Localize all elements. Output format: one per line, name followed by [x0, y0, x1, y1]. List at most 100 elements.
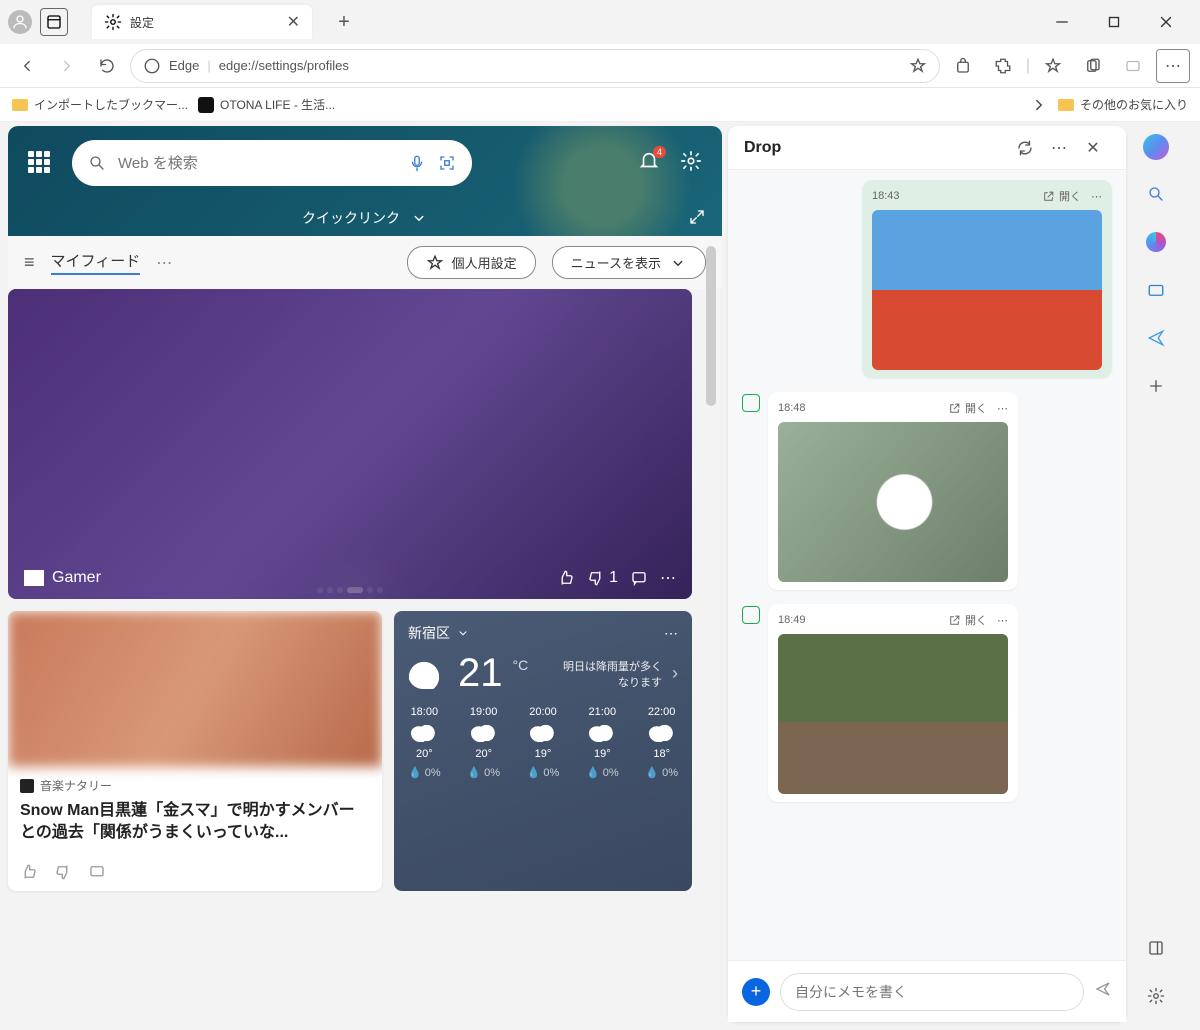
favorite-star-icon[interactable]	[909, 57, 927, 75]
forecast-hour: 21:0019°💧 0%	[586, 706, 619, 779]
msg-more-icon[interactable]: ⋯	[997, 402, 1008, 415]
rail-add-icon[interactable]	[1142, 372, 1170, 400]
weather-unit: °C	[513, 657, 529, 673]
feed-header: ≡ マイフィード ⋯ 個人用設定 ニュースを表示	[8, 236, 722, 289]
chevron-down-icon[interactable]	[410, 209, 428, 227]
rail-settings-icon[interactable]	[1142, 982, 1170, 1010]
msg-time: 18:49	[778, 614, 806, 626]
news-headline: Snow Man目黒蓮「金スマ」で明かすメンバーとの過去「関係がうまくいっていな…	[20, 800, 370, 843]
maximize-button[interactable]	[1100, 8, 1128, 36]
chevron-down-icon[interactable]	[456, 626, 470, 640]
back-button[interactable]	[10, 49, 44, 83]
feed-more-icon[interactable]: ⋯	[156, 253, 172, 273]
gamer-logo-icon	[24, 570, 44, 586]
tab-close-button[interactable]: ✕	[287, 12, 300, 32]
rail-drop-icon[interactable]	[1142, 324, 1170, 352]
profile-avatar[interactable]	[8, 10, 32, 34]
open-button[interactable]: 開く	[948, 612, 987, 628]
weather-details-chevron[interactable]: ›	[672, 663, 678, 684]
hourly-forecast: 18:0020°💧 0% 19:0020°💧 0% 20:0019°💧 0% 2…	[408, 706, 678, 779]
quick-links-label[interactable]: クイックリンク	[302, 208, 400, 228]
rail-office-icon[interactable]	[1142, 228, 1170, 256]
rail-outlook-icon[interactable]	[1142, 276, 1170, 304]
rail-sidebar-toggle-icon[interactable]	[1142, 934, 1170, 962]
card-more-icon[interactable]: ⋯	[660, 568, 676, 588]
weather-note: 明日は降雨量が多くなります	[562, 658, 662, 690]
comment-icon[interactable]	[630, 569, 648, 587]
drop-add-button[interactable]: +	[742, 978, 770, 1006]
dislike-icon[interactable]	[587, 569, 605, 587]
close-window-button[interactable]	[1152, 8, 1180, 36]
weather-location: 新宿区	[408, 623, 450, 643]
drop-close-button[interactable]: ✕	[1076, 131, 1110, 165]
dislike-icon[interactable]	[54, 863, 72, 881]
msg-more-icon[interactable]: ⋯	[997, 614, 1008, 627]
feed-title[interactable]: マイフィード	[51, 250, 141, 275]
personalize-button[interactable]: 個人用設定	[407, 246, 536, 279]
drop-sync-button[interactable]	[1008, 131, 1042, 165]
rail-search-icon[interactable]	[1142, 180, 1170, 208]
shopping-icon[interactable]	[946, 49, 980, 83]
like-icon[interactable]	[20, 863, 38, 881]
search-input[interactable]	[118, 155, 396, 172]
bing-chat-icon[interactable]	[1143, 134, 1169, 160]
like-icon[interactable]	[557, 569, 575, 587]
notifications-button[interactable]: 4	[638, 150, 660, 177]
open-button[interactable]: 開く	[1042, 188, 1081, 204]
search-box[interactable]	[72, 140, 472, 186]
drop-message: 18:49 開く ⋯	[742, 604, 1112, 802]
favorites-icon[interactable]	[1036, 49, 1070, 83]
forecast-hour: 20:0019°💧 0%	[527, 706, 560, 779]
address-url: edge://settings/profiles	[219, 58, 349, 73]
weather-temp: 21	[458, 651, 503, 696]
device-icon	[742, 394, 760, 412]
bookmark-otona[interactable]: OTONA LIFE - 生活...	[198, 96, 335, 113]
extensions-icon[interactable]	[986, 49, 1020, 83]
dislike-count: 1	[609, 569, 618, 587]
app-launcher-icon[interactable]	[28, 151, 52, 175]
search-icon	[88, 154, 106, 172]
open-button[interactable]: 開く	[948, 400, 987, 416]
forecast-hour: 19:0020°💧 0%	[467, 706, 500, 779]
drop-send-button[interactable]	[1094, 980, 1112, 1003]
cloud-icon	[408, 659, 448, 689]
drop-title: Drop	[744, 139, 781, 157]
news-source: 音楽ナタリー	[40, 777, 112, 794]
minimize-button[interactable]	[1048, 8, 1076, 36]
scrollbar[interactable]	[706, 246, 716, 406]
comment-icon[interactable]	[88, 863, 106, 881]
address-bar[interactable]: Edge | edge://settings/profiles	[130, 49, 940, 83]
page-settings-button[interactable]	[680, 150, 702, 177]
chevron-right-icon[interactable]	[1030, 96, 1048, 114]
feed-menu-icon[interactable]: ≡	[24, 252, 35, 273]
microphone-icon[interactable]	[408, 154, 426, 172]
drop-image[interactable]	[778, 634, 1008, 794]
news-card[interactable]: 音楽ナタリー Snow Man目黒蓮「金スマ」で明かすメンバーとの過去「関係がう…	[8, 611, 382, 891]
drop-more-button[interactable]: ⋯	[1042, 131, 1076, 165]
bookmark-imported[interactable]: インポートしたブックマー...	[12, 96, 188, 113]
bookmark-others[interactable]: その他のお気に入り	[1058, 96, 1188, 113]
msg-more-icon[interactable]: ⋯	[1091, 190, 1102, 203]
new-tab-button[interactable]: +	[328, 6, 360, 38]
tab-actions-icon[interactable]	[40, 8, 68, 36]
visual-search-icon[interactable]	[438, 154, 456, 172]
drop-image[interactable]	[872, 210, 1102, 370]
drop-message: 18:48 開く ⋯	[742, 392, 1112, 590]
featured-card[interactable]: Gamer 1 ⋯	[8, 289, 692, 599]
news-thumbnail	[8, 611, 382, 767]
address-engine: Edge	[169, 58, 199, 73]
collections-icon[interactable]	[1076, 49, 1110, 83]
toolbar: Edge | edge://settings/profiles | ⋯	[0, 44, 1200, 88]
screenshot-icon[interactable]	[1116, 49, 1150, 83]
weather-card[interactable]: 新宿区 ⋯ 21 °C 明日は降雨量が多くなります › 18:0020°💧 0% …	[394, 611, 692, 891]
drop-memo-input[interactable]	[780, 973, 1084, 1011]
more-menu-button[interactable]: ⋯	[1156, 49, 1190, 83]
drop-image[interactable]	[778, 422, 1008, 582]
show-news-dropdown[interactable]: ニュースを表示	[552, 246, 706, 279]
weather-more-icon[interactable]: ⋯	[664, 625, 678, 642]
msg-time: 18:48	[778, 402, 806, 414]
browser-tab[interactable]: 設定 ✕	[92, 5, 312, 39]
notification-badge: 4	[653, 146, 666, 158]
expand-hero-button[interactable]	[688, 208, 706, 229]
refresh-button[interactable]	[90, 49, 124, 83]
